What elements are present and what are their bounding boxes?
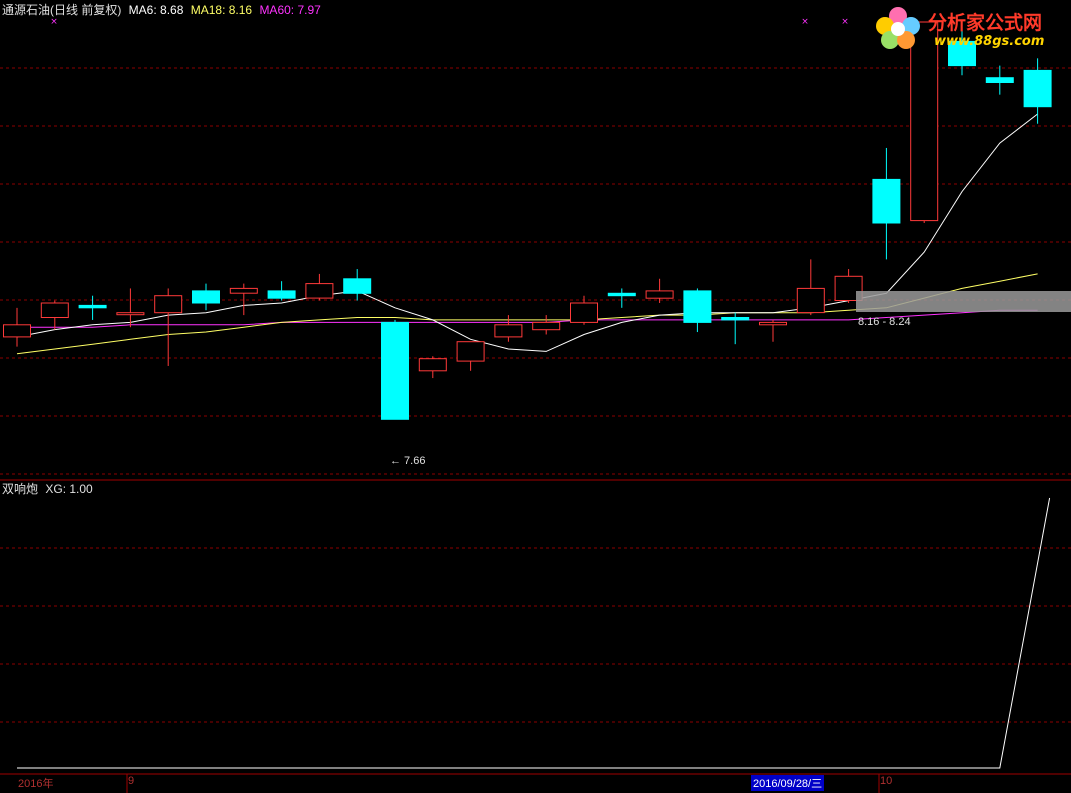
price-range-label: 8.16 - 8.24: [858, 316, 911, 328]
candle-down: [1023, 69, 1052, 108]
candle-up: [40, 302, 69, 318]
axis-year-label: 2016年: [18, 778, 54, 790]
candle-up: [229, 287, 258, 294]
candle-up: [3, 324, 31, 338]
candle-down: [381, 321, 409, 420]
candle-down: [985, 77, 1014, 83]
logo-text: 分析家公式网: [928, 12, 1043, 34]
candle-up: [116, 312, 145, 316]
ma6-label: MA6: 8.68: [128, 3, 184, 17]
candle-up: [456, 341, 485, 362]
watermark-logo: 分析家公式网 www.88gs.com: [868, 2, 1071, 54]
sub-panel-header: 双响炮 XG: 1.00: [2, 482, 97, 496]
axis-month-label: 9: [128, 775, 135, 787]
main-panel-header: 通源石油(日线 前复权) MA6: 8.68 MA18: 8.16 MA60: …: [2, 3, 325, 17]
price-range-highlight: [856, 291, 1071, 312]
ma60-label: MA60: 7.97: [259, 3, 321, 17]
flower-logo-icon: [876, 7, 920, 49]
signal-marker-icon: ×: [841, 17, 849, 27]
candle-up: [759, 321, 787, 326]
candle-down: [343, 278, 372, 294]
candle-up: [418, 358, 447, 372]
ma18-line: [16, 273, 1038, 355]
candle-down: [607, 292, 636, 297]
axis-month-label: 10: [880, 775, 893, 787]
candle-up: [494, 324, 523, 338]
stock-title: 通源石油(日线 前复权): [2, 3, 122, 17]
candle-down: [267, 290, 296, 299]
xg-line: [17, 497, 1051, 769]
candle-up: [570, 302, 598, 323]
candle-up: [154, 295, 183, 314]
candle-down: [78, 304, 107, 309]
logo-url: www.88gs.com: [934, 34, 1045, 49]
candle-up: [532, 321, 561, 331]
candle-up: [305, 283, 334, 299]
candle-down: [683, 290, 712, 323]
candle-down: [872, 178, 901, 224]
signal-marker-icon: ×: [50, 17, 58, 27]
chart-stage: × × × 通源石油(日线 前复权) MA6: 8.68 MA18: 8.16 MA…: [0, 0, 1071, 793]
candle-up: [796, 287, 825, 314]
candle-up: [645, 290, 674, 299]
ma18-label: MA18: 8.16: [190, 3, 253, 17]
low-price-label: ← 7.66: [390, 455, 426, 467]
kline-chart[interactable]: × × ×: [0, 0, 1071, 793]
cursor-date-label: 2016/09/28/三: [751, 775, 825, 791]
signal-marker-icon: ×: [801, 17, 809, 27]
candle-down: [192, 290, 220, 304]
candle-down: [721, 317, 750, 321]
indicator-title: 双响炮: [2, 482, 39, 496]
xg-label: XG: 1.00: [45, 482, 93, 496]
date-axis: 2016年 9 2016/09/28/三 10: [0, 774, 1071, 793]
